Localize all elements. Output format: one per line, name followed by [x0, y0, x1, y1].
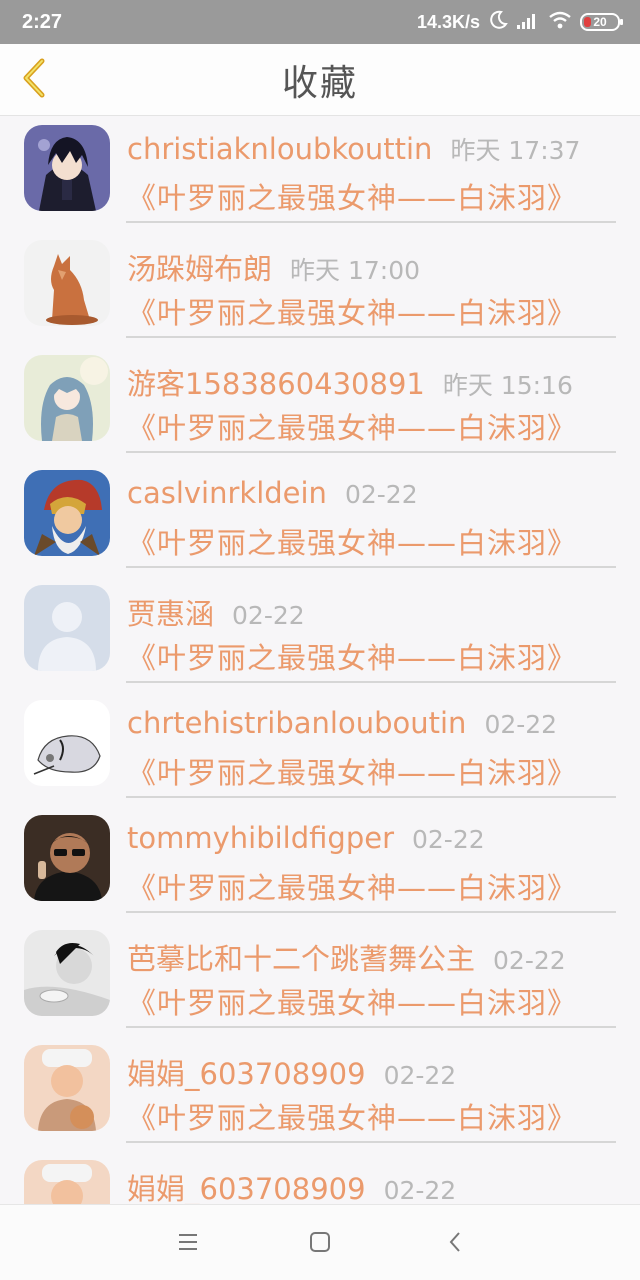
name-row: 汤跺姆布朗 昨天 17:00 — [127, 246, 620, 288]
avatar[interactable] — [24, 585, 110, 671]
divider — [126, 796, 616, 798]
book-title[interactable]: 《叶罗丽之最强女神——白沫羽》 — [127, 520, 577, 562]
timestamp: 02-22 — [232, 601, 305, 630]
book-title[interactable]: 《叶罗丽之最强女神——白沫羽》 — [127, 865, 577, 907]
timestamp: 02-22 — [344, 480, 418, 509]
user-name[interactable]: 娟娟_603708909 — [127, 1051, 366, 1093]
name-row: caslvinrkldein 02-22 — [127, 476, 620, 510]
user-name[interactable]: 贾惠涵 — [127, 591, 214, 633]
status-indicators: 14.3K/s 20 — [416, 10, 623, 35]
list-item[interactable]: chrtehistribanlouboutin 02-22 《叶罗丽之最强女神——白… — [0, 692, 640, 807]
user-name[interactable]: chrtehistribanlouboutin — [127, 706, 466, 740]
timestamp: 02-22 — [412, 825, 485, 854]
avatar[interactable] — [24, 240, 110, 326]
anime-girl-avatar — [24, 355, 110, 441]
name-row: christiaknloubkouttin 昨天 17:37 — [127, 131, 620, 167]
name-row: 芭摹比和十二个跳蓍舞公主 02-22 — [127, 936, 620, 978]
system-nav-bar — [0, 1204, 640, 1280]
divider — [126, 1026, 616, 1028]
avatar[interactable] — [24, 1045, 110, 1131]
wifi-icon — [548, 11, 572, 34]
book-title[interactable]: 《叶罗丽之最强女神——白沫羽》 — [127, 175, 577, 217]
book-title[interactable]: 《叶罗丽之最强女神——白沫羽》 — [127, 635, 577, 677]
back-button[interactable] — [14, 58, 54, 102]
timestamp: 02-22 — [493, 946, 566, 975]
avatar[interactable] — [24, 1160, 110, 1204]
home-button[interactable] — [305, 1229, 335, 1259]
header: 收藏 — [0, 44, 640, 116]
list-item[interactable]: 娟娟_603708909 02-22 《叶罗丽之最强女神——白沫羽》 — [0, 1037, 640, 1152]
avatar[interactable] — [24, 470, 110, 556]
user-name[interactable]: christiaknloubkouttin — [127, 132, 432, 166]
list-item[interactable]: 汤跺姆布朗 昨天 17:00 《叶罗丽之最强女神——白沫羽》 — [0, 232, 640, 347]
menu-icon — [177, 1232, 199, 1256]
chevron-left-icon — [20, 58, 48, 102]
divider — [126, 911, 616, 913]
status-bar: 2:27 14.3K/s 20 — [0, 0, 640, 44]
book-title[interactable]: 《叶罗丽之最强女神——白沫羽》 — [127, 290, 577, 332]
user-name[interactable]: 游客1583860430891 — [127, 361, 425, 403]
user-name[interactable]: 汤跺姆布朗 — [127, 246, 272, 288]
battery-level: 20 — [593, 15, 607, 29]
square-icon — [309, 1231, 331, 1257]
name-row: chrtehistribanlouboutin 02-22 — [127, 706, 620, 740]
avatar[interactable] — [24, 125, 110, 211]
net-speed: 14.3K/s — [416, 11, 480, 32]
user-name[interactable]: 娟娟_603708909 — [127, 1166, 366, 1204]
timestamp: 昨天 17:00 — [290, 256, 421, 285]
system-back-button[interactable] — [440, 1229, 470, 1259]
avatar[interactable] — [24, 930, 110, 1016]
divider — [126, 336, 616, 338]
warrior-avatar — [24, 470, 110, 556]
avatar[interactable] — [24, 355, 110, 441]
list-item[interactable]: christiaknloubkouttin 昨天 17:37 《叶罗丽之最强女神——… — [0, 117, 640, 232]
default-user-avatar — [24, 585, 110, 671]
name-row: 贾惠涵 02-22 — [127, 591, 620, 633]
status-time: 2:27 — [22, 10, 63, 33]
bw-portrait-avatar — [24, 930, 110, 1016]
man-sunglasses-avatar — [24, 815, 110, 901]
signal-icon — [516, 11, 540, 34]
name-row: 娟娟_603708909 02-22 — [127, 1051, 620, 1093]
favorites-list[interactable]: christiaknloubkouttin 昨天 17:37 《叶罗丽之最强女神——… — [0, 117, 640, 1204]
list-item[interactable]: 贾惠涵 02-22 《叶罗丽之最强女神——白沫羽》 — [0, 577, 640, 692]
child-photo-avatar — [24, 1045, 110, 1131]
timestamp: 昨天 15:16 — [442, 371, 573, 400]
anime-boy-avatar — [24, 125, 110, 211]
timestamp: 昨天 17:37 — [450, 136, 581, 165]
book-title[interactable]: 《叶罗丽之最强女神——白沫羽》 — [127, 750, 577, 792]
book-title[interactable]: 《叶罗丽之最强女神——白沫羽》 — [127, 1095, 577, 1137]
moon-icon — [488, 10, 508, 35]
name-row: 游客1583860430891 昨天 15:16 — [127, 361, 620, 403]
menu-button[interactable] — [173, 1229, 203, 1259]
book-title[interactable]: 《叶罗丽之最强女神——白沫羽》 — [127, 980, 577, 1022]
timestamp: 02-22 — [383, 1061, 457, 1090]
sketch-avatar — [24, 700, 110, 786]
divider — [126, 566, 616, 568]
chevron-left-icon — [447, 1230, 463, 1258]
timestamp: 02-22 — [383, 1176, 457, 1204]
page-title: 收藏 — [281, 62, 358, 104]
user-name[interactable]: 芭摹比和十二个跳蓍舞公主 — [127, 936, 475, 978]
timestamp: 02-22 — [484, 710, 558, 739]
divider — [126, 221, 616, 223]
avatar[interactable] — [24, 815, 110, 901]
list-item[interactable]: 游客1583860430891 昨天 15:16 《叶罗丽之最强女神——白沫羽》 — [0, 347, 640, 462]
user-name[interactable]: caslvinrkldein — [127, 476, 327, 510]
divider — [126, 1141, 616, 1143]
list-item[interactable]: 芭摹比和十二个跳蓍舞公主 02-22 《叶罗丽之最强女神——白沫羽》 — [0, 922, 640, 1037]
list-item[interactable]: tommyhibildfigper 02-22 《叶罗丽之最强女神——白沫羽》 — [0, 807, 640, 922]
avatar[interactable] — [24, 700, 110, 786]
dog-figurine-avatar — [24, 240, 110, 326]
user-name[interactable]: tommyhibildfigper — [127, 821, 394, 855]
book-title[interactable]: 《叶罗丽之最强女神——白沫羽》 — [127, 405, 577, 447]
divider — [126, 681, 616, 683]
child-photo-avatar — [24, 1160, 110, 1204]
name-row: 娟娟_603708909 02-22 — [127, 1166, 620, 1204]
name-row: tommyhibildfigper 02-22 — [127, 821, 620, 855]
list-item[interactable]: 娟娟_603708909 02-22 — [0, 1152, 640, 1204]
divider — [126, 451, 616, 453]
battery-icon: 20 — [580, 13, 623, 31]
list-item[interactable]: caslvinrkldein 02-22 《叶罗丽之最强女神——白沫羽》 — [0, 462, 640, 577]
